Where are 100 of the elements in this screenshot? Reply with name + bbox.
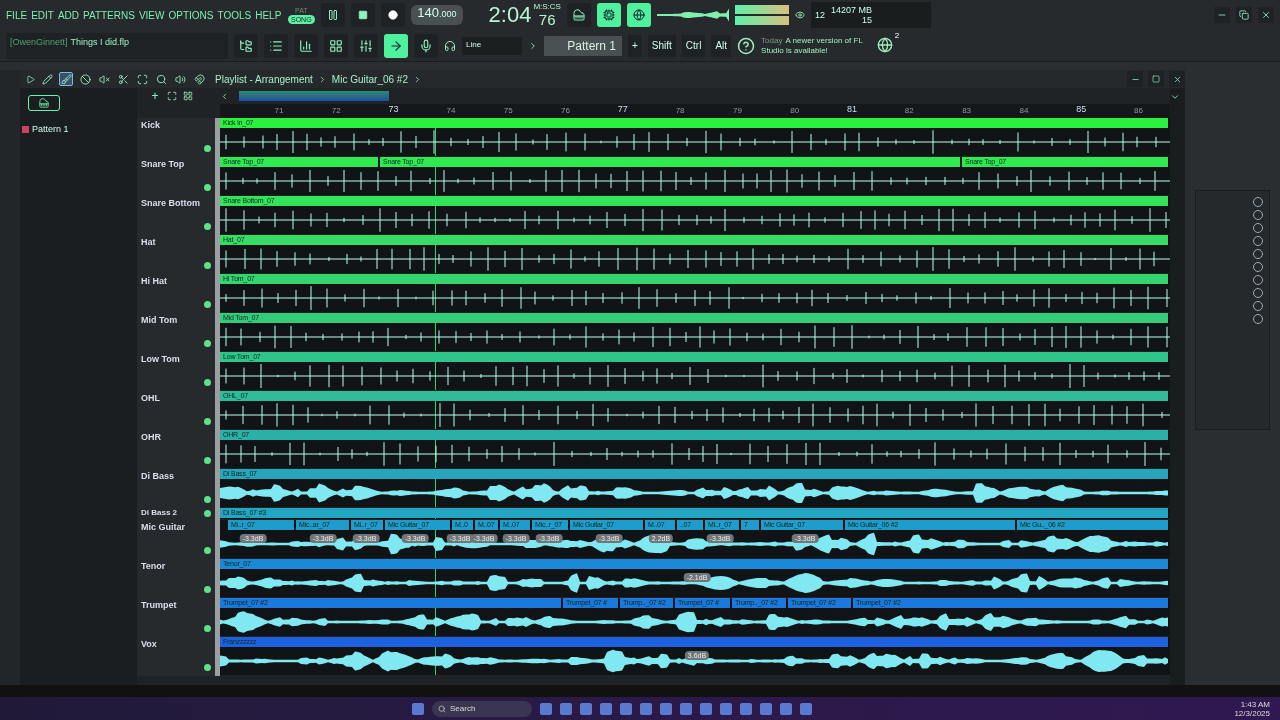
app-icon[interactable]	[680, 702, 692, 715]
tempo-field[interactable]: 140.000	[411, 5, 463, 26]
pattern-selector[interactable]: Pattern 1	[544, 35, 622, 56]
arrow-button[interactable]	[384, 33, 408, 58]
slice-tool[interactable]	[116, 72, 130, 86]
piano-button[interactable]	[28, 95, 60, 111]
view-button[interactable]	[566, 3, 591, 28]
mute-tool[interactable]	[97, 72, 111, 86]
maximize-button[interactable]	[1148, 71, 1164, 87]
track-header[interactable]: Snare Bottom	[137, 196, 215, 235]
track-header[interactable]: OHL	[137, 391, 215, 430]
add-pattern-button[interactable]: +	[628, 34, 642, 57]
pattern-item[interactable]: Pattern 1	[20, 122, 137, 136]
menu-item[interactable]: FILE	[6, 9, 28, 21]
delete-tool[interactable]	[78, 72, 92, 86]
minimize-button[interactable]	[1214, 7, 1230, 24]
view-button[interactable]	[626, 3, 651, 28]
close-button[interactable]	[1169, 71, 1185, 87]
menu-item[interactable]: ADD	[57, 9, 80, 21]
track-header[interactable]: Di Bass	[137, 469, 215, 508]
taskbar-search[interactable]: Search	[432, 700, 532, 717]
app-icon[interactable]	[580, 702, 592, 715]
track-header[interactable]: Mid Tom	[137, 313, 215, 352]
track-led[interactable]	[204, 262, 211, 269]
zoom-tool[interactable]	[154, 72, 168, 86]
menu-item[interactable]: TOOLS	[217, 9, 252, 21]
track-header[interactable]: Low Tom	[137, 352, 215, 391]
menu-item[interactable]: PATTERNS	[83, 9, 135, 21]
track-header[interactable]: Snare Top	[137, 157, 215, 196]
track-led[interactable]	[204, 547, 211, 554]
app-icon[interactable]	[620, 702, 632, 715]
app-icon[interactable]	[560, 702, 572, 715]
app-icon[interactable]	[740, 702, 752, 715]
scroll-left-icon[interactable]	[220, 91, 229, 101]
app-icon[interactable]	[540, 702, 552, 715]
channel-rack-button[interactable]	[264, 33, 288, 58]
track-led[interactable]	[204, 145, 211, 152]
app-icon[interactable]	[640, 702, 652, 715]
track-header[interactable]: Hat	[137, 235, 215, 274]
app-icon[interactable]	[600, 702, 612, 715]
track-header[interactable]: Tenor	[137, 559, 215, 598]
pause-button[interactable]	[321, 3, 346, 28]
start-icon[interactable]	[412, 702, 424, 715]
move-icon[interactable]	[167, 91, 177, 101]
breadcrumb[interactable]: Mic Guitar_06 #2	[331, 73, 408, 85]
track-led[interactable]	[204, 340, 211, 347]
track-led[interactable]	[204, 510, 211, 517]
app-icon[interactable]	[760, 702, 772, 715]
track-led[interactable]	[204, 586, 211, 593]
app-icon[interactable]	[800, 702, 812, 715]
add-track-button[interactable]: +	[149, 89, 161, 103]
scroll-down-icon[interactable]	[1170, 92, 1180, 102]
track-led[interactable]	[204, 184, 211, 191]
menu-item[interactable]: VIEW	[138, 9, 165, 21]
track-led[interactable]	[204, 625, 211, 632]
stop-button[interactable]	[351, 3, 376, 28]
grid-icon[interactable]	[183, 91, 193, 101]
app-icon[interactable]	[660, 702, 672, 715]
microphone-button[interactable]	[414, 33, 438, 58]
view-button[interactable]	[596, 3, 621, 28]
track-header[interactable]: Di Bass 2	[137, 508, 215, 520]
menu-item[interactable]: HELP	[255, 9, 282, 21]
news-message[interactable]: Today A newer version of FL Studio is available!	[761, 35, 872, 56]
piano-roll-button[interactable]	[294, 33, 318, 58]
timeline-ruler[interactable]: 71 72 73 74 75 76 77 78 79 80 81 82 83 84 85 86	[220, 104, 1170, 118]
track-led[interactable]	[204, 223, 211, 230]
mixer-button[interactable]	[354, 33, 378, 58]
close-button[interactable]	[1258, 7, 1274, 24]
brush-tool[interactable]	[59, 72, 73, 86]
app-icon[interactable]	[700, 702, 712, 715]
modifier-key[interactable]: Ctrl	[681, 34, 706, 57]
track-header[interactable]: Kick	[137, 118, 215, 157]
track-header[interactable]: Vox	[137, 637, 215, 676]
snap-dropdown[interactable]: Line	[462, 36, 522, 55]
play-pattern-icon[interactable]	[528, 40, 538, 51]
menu-item[interactable]: OPTIONS	[168, 9, 214, 21]
play-icon[interactable]	[26, 74, 35, 84]
track-led[interactable]	[204, 418, 211, 425]
track-header[interactable]: Hi Hat	[137, 274, 215, 313]
globe-icon[interactable]	[877, 36, 894, 53]
minimize-button[interactable]	[1127, 71, 1143, 87]
app-icon[interactable]	[780, 702, 792, 715]
track-header[interactable]: Trumpet	[137, 598, 215, 637]
help-icon[interactable]	[737, 36, 756, 55]
restore-button[interactable]	[1236, 7, 1252, 24]
pencil-tool[interactable]	[40, 72, 54, 86]
track-led[interactable]	[204, 379, 211, 386]
track-led[interactable]	[204, 301, 211, 308]
modifier-key[interactable]: Alt	[711, 34, 732, 57]
record-button[interactable]	[381, 3, 406, 28]
track-led[interactable]	[204, 664, 211, 671]
browser-button[interactable]	[234, 33, 258, 58]
playlist-button[interactable]	[324, 33, 348, 58]
track-header[interactable]: OHR	[137, 430, 215, 469]
track-led[interactable]	[204, 457, 211, 464]
menu-item[interactable]: EDIT	[31, 9, 54, 21]
select-tool[interactable]	[135, 72, 149, 86]
app-icon[interactable]	[720, 702, 732, 715]
track-led[interactable]	[204, 496, 211, 503]
track-header[interactable]: Mic Guitar	[137, 520, 215, 559]
